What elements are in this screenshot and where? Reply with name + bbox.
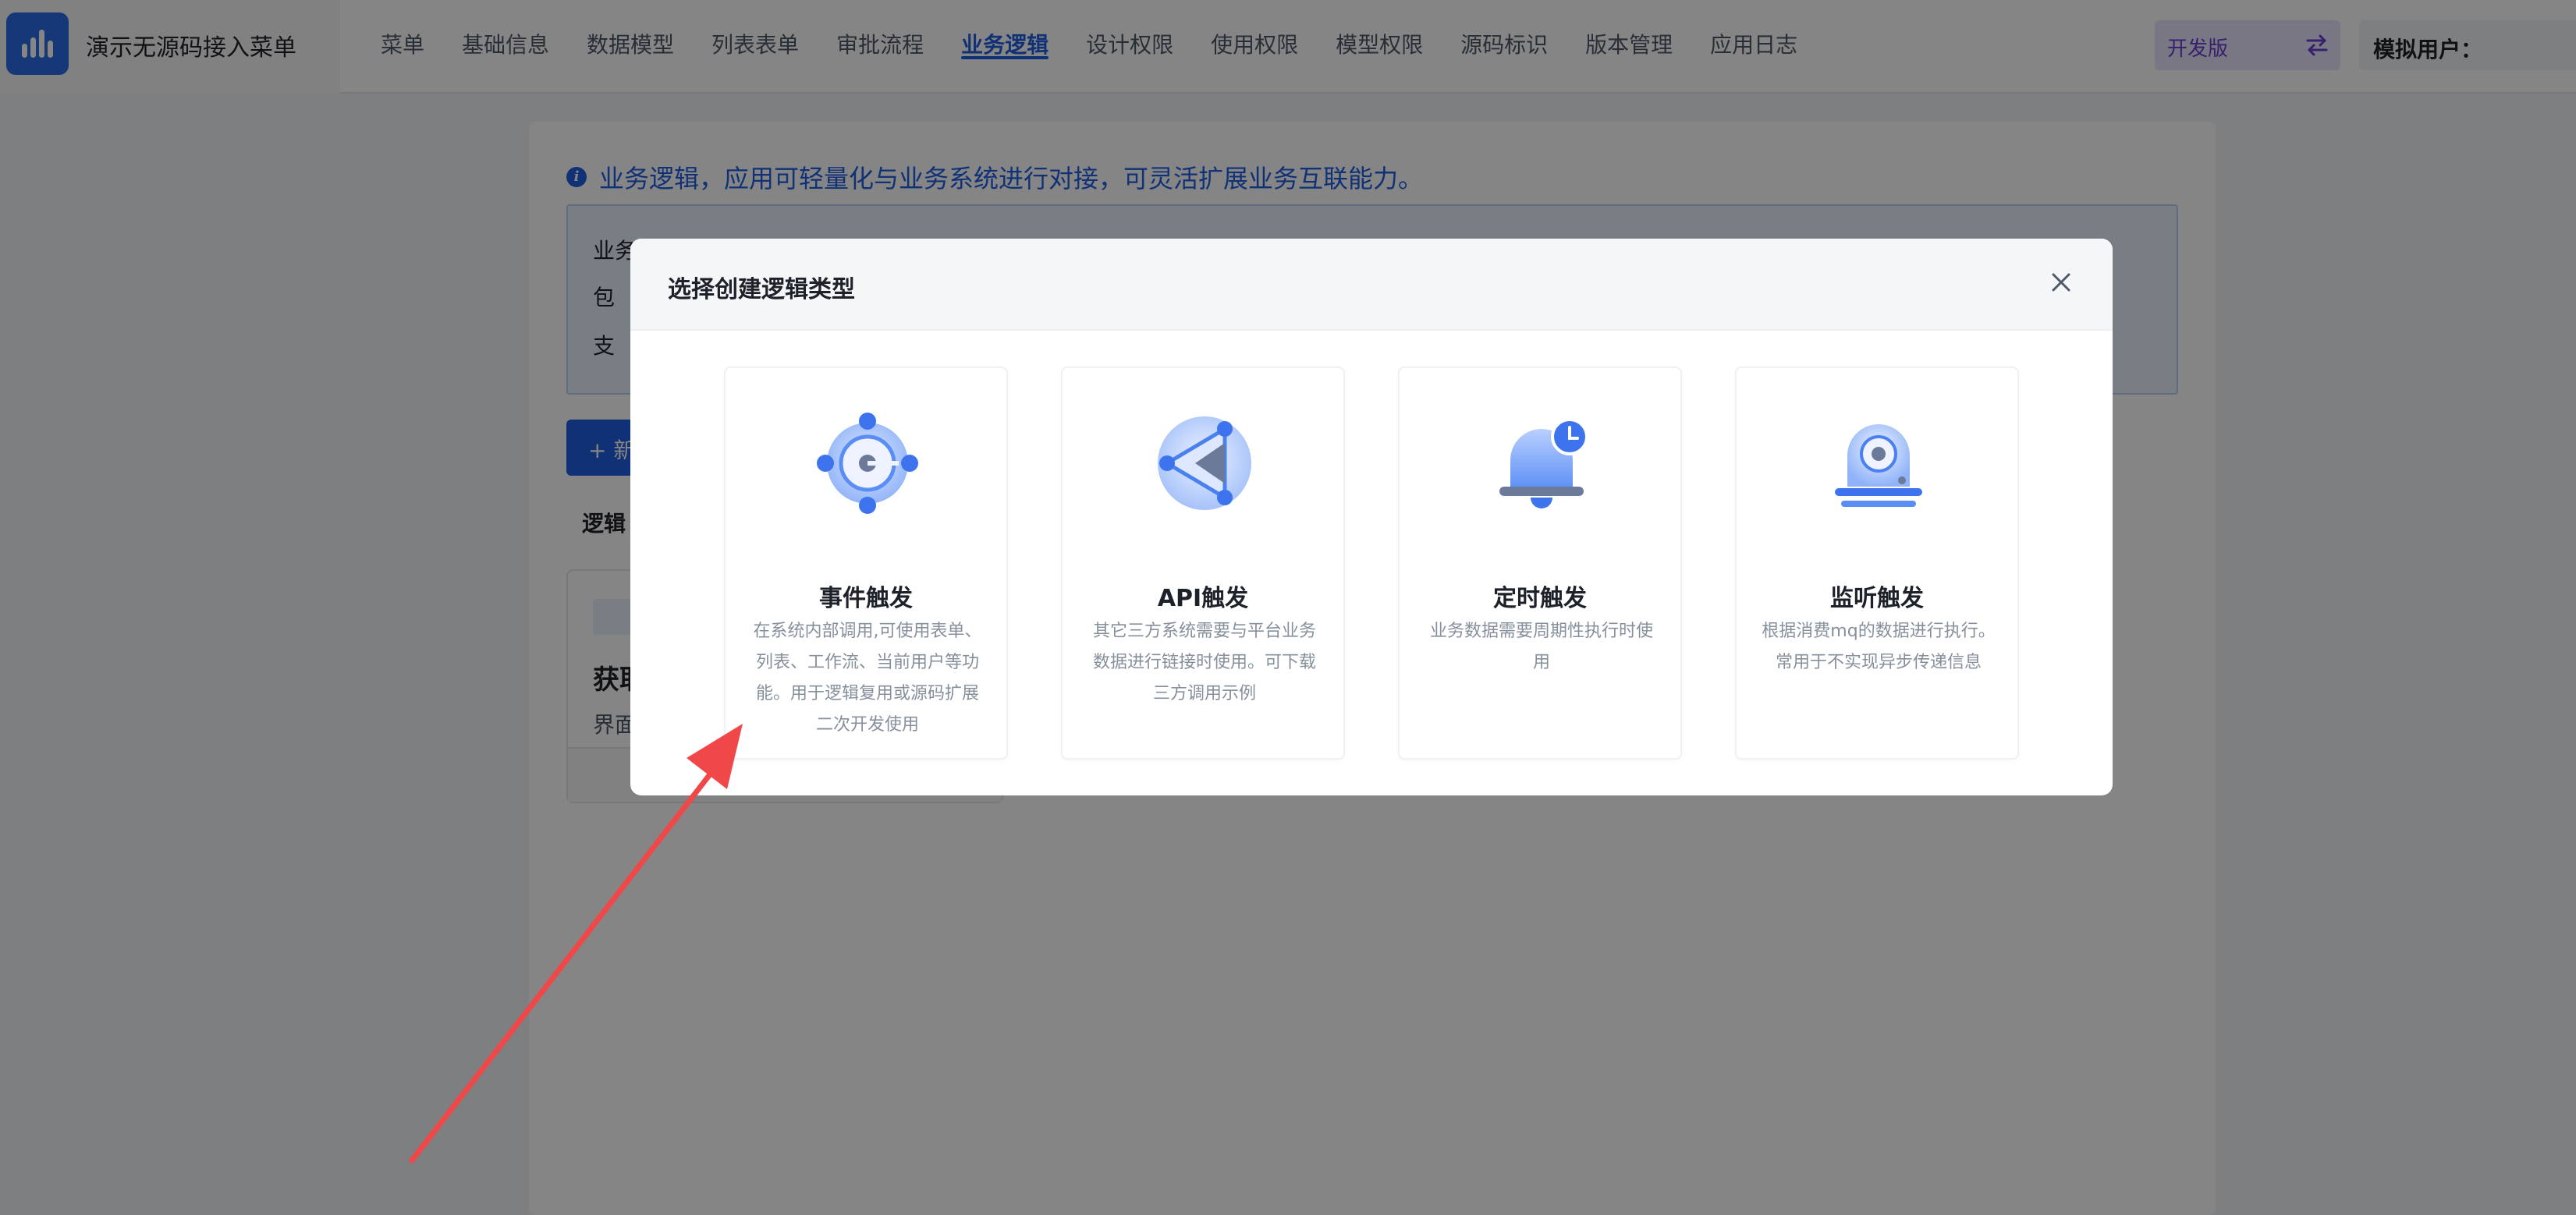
event-trigger-title: 事件触发 — [819, 585, 913, 612]
timer-trigger-title: 定时触发 — [1493, 585, 1587, 612]
api-trigger-title: API触发 — [1157, 585, 1249, 612]
create-logic-type-dialog: 选择创建逻辑类型 事件触发 在系统内部调用,可使用表单、列表、工作流、当前用户等… — [630, 239, 2113, 795]
api-trigger-description: 其它三方系统需要与平台业务数据进行链接时使用。可下载三方调用示例 — [1092, 622, 1316, 703]
timer-trigger-card[interactable]: 定时触发 业务数据需要周期性执行时使用 — [1398, 367, 1682, 760]
listen-trigger-icon — [1835, 424, 1922, 507]
api-trigger-card[interactable]: API触发 其它三方系统需要与平台业务数据进行链接时使用。可下载三方调用示例 — [1061, 367, 1345, 760]
listen-trigger-card[interactable]: 监听触发 根据消费mq的数据进行执行。常用于不实现异步传递信息 — [1735, 367, 2019, 760]
timer-trigger-description: 业务数据需要周期性执行时使用 — [1429, 622, 1653, 672]
listen-trigger-description: 根据消费mq的数据进行执行。常用于不实现异步传递信息 — [1762, 622, 1996, 672]
event-trigger-icon — [817, 413, 918, 514]
close-icon[interactable] — [2046, 267, 2077, 298]
listen-trigger-title: 监听触发 — [1830, 585, 1924, 612]
event-trigger-description: 在系统内部调用,可使用表单、列表、工作流、当前用户等功能。用于逻辑复用或源码扩展… — [753, 622, 982, 735]
dialog-header: 选择创建逻辑类型 — [630, 239, 2113, 331]
event-trigger-card[interactable]: 事件触发 在系统内部调用,可使用表单、列表、工作流、当前用户等功能。用于逻辑复用… — [724, 367, 1008, 760]
api-trigger-icon — [1158, 416, 1251, 510]
dialog-title: 选择创建逻辑类型 — [668, 276, 855, 303]
timer-trigger-icon — [1499, 418, 1588, 508]
